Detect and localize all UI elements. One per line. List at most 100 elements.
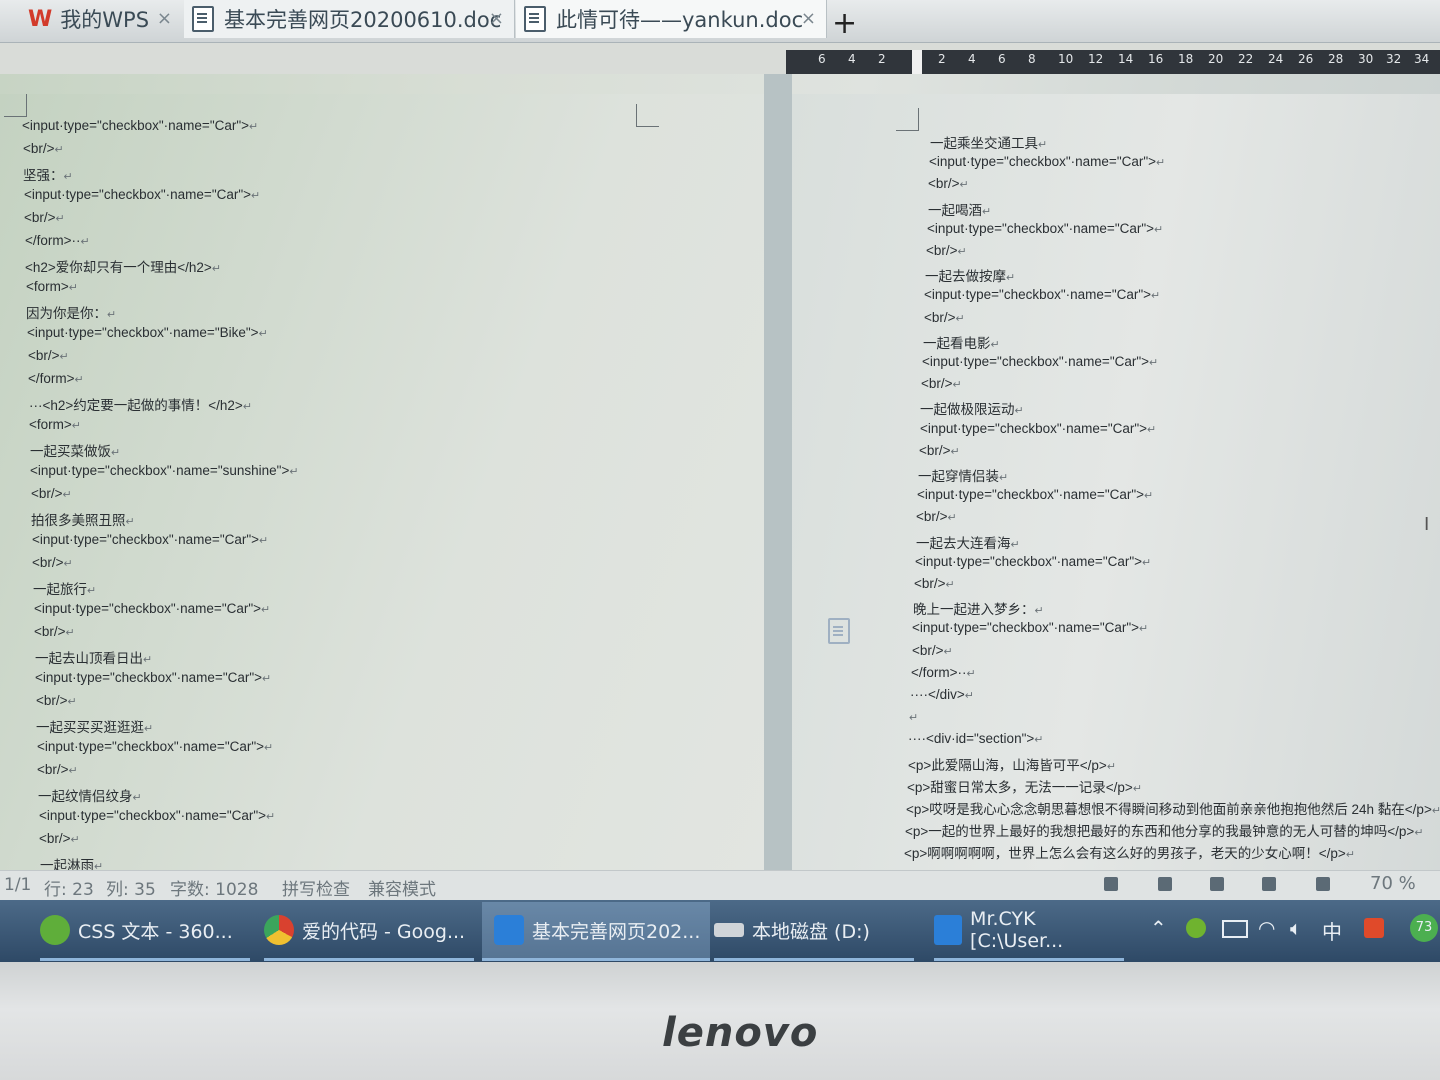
page-indicator[interactable]: 1/1 [4, 875, 31, 895]
text-line[interactable]: <br/>↵ [928, 176, 969, 191]
text-line[interactable]: 一起穿情侣装↵ [918, 465, 1008, 485]
tab-my-wps[interactable]: W 我的WPS × [0, 0, 182, 38]
text-line[interactable]: <input·type="checkbox"·name="Car">↵ [917, 487, 1153, 502]
text-line[interactable]: 一起乘坐交通工具↵ [930, 132, 1047, 152]
text-line[interactable]: <input·type="checkbox"·name="Car">↵ [32, 532, 268, 547]
text-line[interactable]: <input·type="checkbox"·name="Car">↵ [924, 287, 1160, 302]
text-line[interactable]: 一起看电影↵ [923, 332, 1000, 352]
text-line[interactable]: <input·type="checkbox"·name="Car">↵ [912, 620, 1148, 635]
text-line[interactable]: 一起淋雨↵ [40, 854, 103, 870]
document-icon [524, 6, 546, 32]
text-line[interactable]: 一起去山顶看日出↵ [35, 647, 152, 667]
text-line[interactable]: ····</div>↵ [910, 687, 974, 702]
wifi-icon[interactable]: ◠ [1258, 916, 1275, 940]
text-line[interactable]: </form>··↵ [25, 233, 90, 248]
taskbar-item-360-browser[interactable]: CSS 文本 - 360... [40, 902, 250, 961]
chevron-up-icon[interactable]: ⌃ [1150, 916, 1167, 940]
text-line[interactable]: <br/>↵ [23, 141, 64, 156]
text-line[interactable]: 一起做极限运动↵ [920, 398, 1024, 418]
word-count[interactable]: 字数: 1028 [170, 875, 258, 900]
text-line[interactable]: 晚上一起进入梦乡：↵ [913, 598, 1044, 618]
text-line[interactable]: ···<h2>约定要一起做的事情！</h2>↵ [29, 394, 252, 414]
web-view-icon[interactable] [1262, 877, 1276, 891]
text-line[interactable]: <input·type="checkbox"·name="Car">↵ [24, 187, 260, 202]
text-line[interactable]: <br/>↵ [916, 509, 957, 524]
volume-icon[interactable]: 🔈︎ [1290, 916, 1302, 940]
text-line[interactable]: 一起喝酒↵ [928, 199, 991, 219]
text-line[interactable]: <input·type="checkbox"·name="Car">↵ [920, 421, 1156, 436]
view-mode-icon[interactable] [1104, 877, 1118, 891]
text-line[interactable]: <br/>↵ [37, 762, 78, 777]
taskbar-item-wps-folder[interactable]: Mr.CYK [C:\User... [934, 902, 1124, 961]
text-line[interactable]: 一起买菜做饭↵ [30, 440, 120, 460]
new-tab-button[interactable]: + [832, 6, 857, 41]
close-icon[interactable]: × [801, 8, 816, 29]
text-line[interactable]: <form>↵ [29, 417, 81, 432]
text-line[interactable]: <input·type="checkbox"·name="Car">↵ [927, 221, 1163, 236]
battery-icon[interactable] [1222, 920, 1248, 938]
text-line[interactable]: <h2>爱你却只有一个理由</h2>↵ [25, 256, 221, 276]
outline-view-icon[interactable] [1210, 877, 1224, 891]
text-line[interactable]: <br/>↵ [32, 555, 73, 570]
text-line[interactable]: <p>此爱隔山海，山海皆可平</p>↵ [908, 754, 1116, 774]
taskbar-item-wps-writer[interactable]: 基本完善网页202... [482, 902, 710, 961]
taskbar-item-chrome[interactable]: 爱的代码 - Goog... [264, 902, 474, 961]
horizontal-ruler[interactable]: 6 4 2 2 4 6 8 10 12 14 16 18 20 22 24 26 28 30 32 34 [786, 50, 1440, 74]
text-line[interactable]: <input·type="checkbox"·name="Car">↵ [922, 354, 1158, 369]
close-icon[interactable]: × [489, 8, 504, 29]
text-line[interactable]: 坚强：↵ [23, 164, 73, 184]
paragraph-layout-icon[interactable] [828, 618, 850, 644]
text-line[interactable]: <p>啊啊啊啊啊，世界上怎么会有这么好的男孩子，老天的少女心啊！</p>↵ [904, 842, 1355, 862]
text-line[interactable]: <br/>↵ [914, 576, 955, 591]
tab-doc-basic[interactable]: 基本完善网页20200610.doc × [184, 0, 515, 38]
text-line[interactable]: <input·type="checkbox"·name="Car">↵ [39, 808, 275, 823]
text-line[interactable]: <p>一起的世界上最好的我想把最好的东西和他分享的我最钟意的无人可替的坤吗</p… [905, 820, 1424, 840]
text-line[interactable]: <br/>↵ [28, 348, 69, 363]
taskbar-item-local-disk[interactable]: 本地磁盘 (D:) [714, 902, 914, 961]
text-line[interactable]: <input·type="checkbox"·name="Car">↵ [929, 154, 1165, 169]
ime-indicator[interactable]: 中 [1322, 916, 1342, 945]
text-line[interactable]: </form>··↵ [911, 665, 976, 680]
text-line[interactable]: 拍很多美照丑照↵ [31, 509, 135, 529]
text-line[interactable]: <input·type="checkbox"·name="Car">↵ [35, 670, 271, 685]
text-line[interactable]: <input·type="checkbox"·name="Car">↵ [915, 554, 1151, 569]
text-line[interactable]: <br/>↵ [31, 486, 72, 501]
notification-badge[interactable]: 73 [1410, 914, 1438, 942]
text-line[interactable]: <br/>↵ [921, 376, 962, 391]
page-view-icon[interactable] [1158, 877, 1172, 891]
text-line[interactable]: 一起去大连看海↵ [916, 532, 1020, 552]
text-line[interactable]: <input·type="checkbox"·name="Car">↵ [22, 118, 258, 133]
zoom-level[interactable]: 70 % [1370, 873, 1416, 894]
text-line[interactable]: 一起买买买逛逛逛↵ [36, 716, 153, 736]
reading-mode-icon[interactable] [1316, 877, 1330, 891]
text-line[interactable]: ↵ [909, 709, 918, 724]
text-line[interactable]: <br/>↵ [39, 831, 80, 846]
text-line[interactable]: <p>哎呀是我心心念念朝思暮想恨不得瞬间移动到他面前亲亲他抱抱他然后 24h 黏… [906, 798, 1440, 818]
tab-doc-yankun[interactable]: 此情可待——yankun.doc × [516, 0, 827, 38]
text-line[interactable]: </form>↵ [28, 371, 84, 386]
text-line[interactable]: <br/>↵ [919, 443, 960, 458]
text-line[interactable]: <form>↵ [26, 279, 78, 294]
text-line[interactable]: 一起纹情侣纹身↵ [38, 785, 142, 805]
text-line[interactable]: <input·type="checkbox"·name="Car">↵ [37, 739, 273, 754]
close-icon[interactable]: × [157, 8, 172, 29]
text-line[interactable]: <br/>↵ [926, 243, 967, 258]
spell-check-button[interactable]: 拼写检查 [282, 875, 350, 900]
text-line[interactable]: <br/>↵ [24, 210, 65, 225]
text-line[interactable]: <input·type="checkbox"·name="Bike">↵ [27, 325, 268, 340]
text-line[interactable]: <br/>↵ [36, 693, 77, 708]
text-line[interactable]: <br/>↵ [912, 643, 953, 658]
text-line[interactable]: <input·type="checkbox"·name="Car">↵ [34, 601, 270, 616]
sogou-icon[interactable] [1364, 918, 1384, 938]
text-line[interactable]: <input·type="checkbox"·name="sunshine">↵ [30, 463, 299, 478]
text-line[interactable]: 一起旅行↵ [33, 578, 96, 598]
indent-marker[interactable] [912, 50, 922, 74]
security-icon[interactable] [1186, 918, 1206, 938]
text-line[interactable]: <br/>↵ [924, 310, 965, 325]
text-line[interactable]: 因为你是你：↵ [26, 302, 116, 322]
document-area[interactable]: <input·type="checkbox"·name="Car">↵ <br/>… [0, 74, 1440, 870]
text-line[interactable]: <p>甜蜜日常太多，无法一一记录</p>↵ [907, 776, 1142, 796]
text-line[interactable]: <br/>↵ [34, 624, 75, 639]
text-line[interactable]: ····<div·id="section">↵ [908, 731, 1043, 746]
text-line[interactable]: 一起去做按摩↵ [925, 265, 1015, 285]
